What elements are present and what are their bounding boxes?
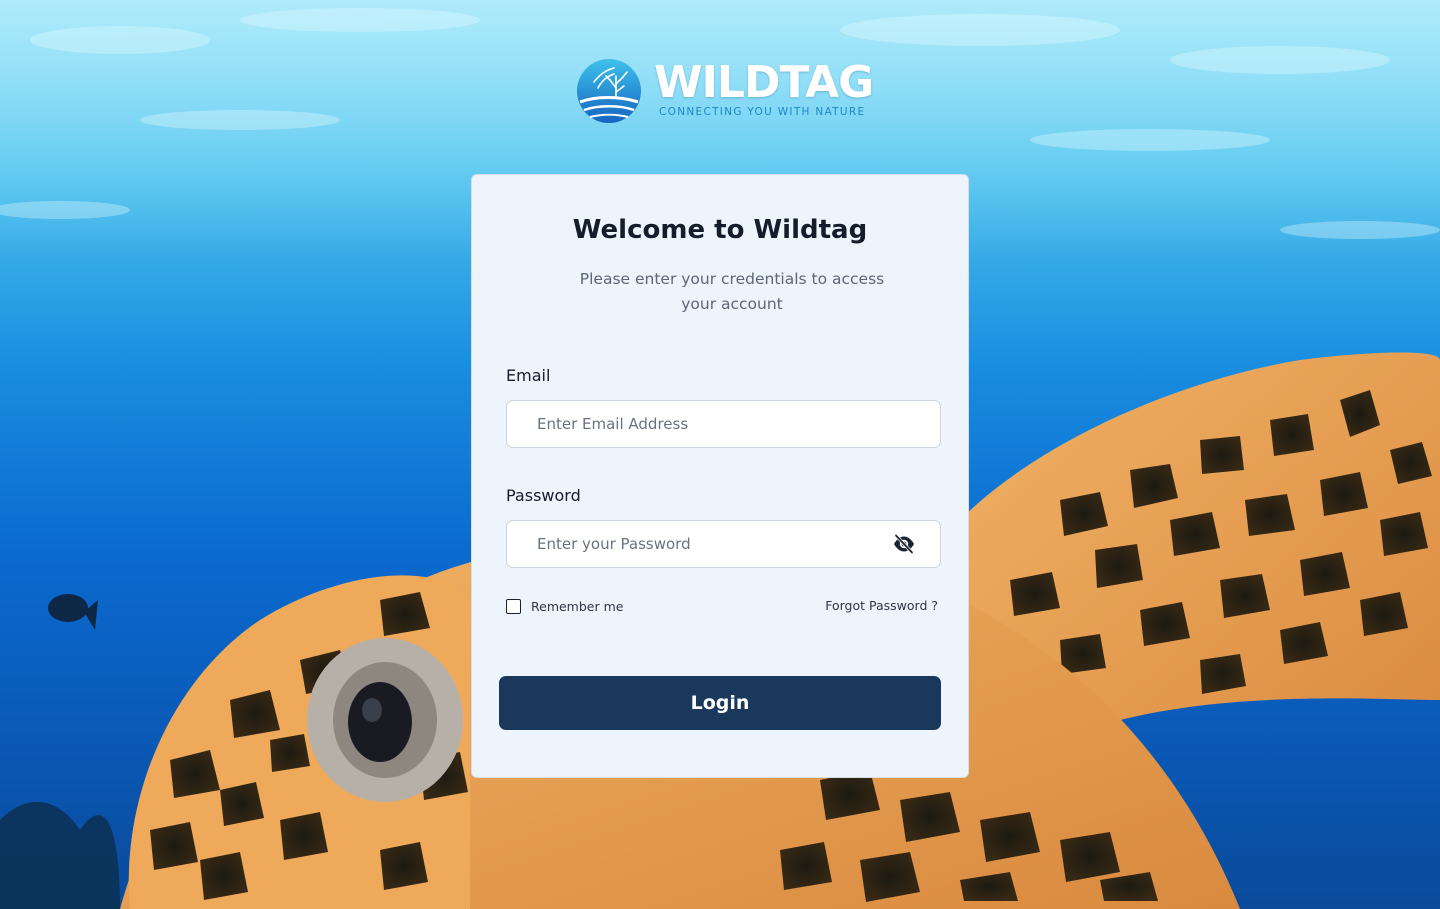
login-button[interactable]: Login bbox=[499, 676, 941, 730]
remember-me-label: Remember me bbox=[531, 598, 624, 614]
password-field[interactable] bbox=[506, 520, 941, 568]
email-label: Email bbox=[506, 366, 551, 385]
coral-wave-globe-icon bbox=[577, 59, 641, 123]
password-label: Password bbox=[506, 486, 581, 505]
brand-wordmark: WILDTAG bbox=[654, 57, 874, 108]
page-title: Welcome to Wildtag bbox=[572, 215, 868, 245]
brand-logo: WILDTAG CONNECTING YOU WITH NATURE bbox=[576, 58, 876, 126]
email-field[interactable] bbox=[506, 400, 941, 448]
remember-me[interactable]: Remember me bbox=[506, 597, 623, 615]
forgot-password-link[interactable]: Forgot Password ? bbox=[825, 598, 938, 613]
page-subtitle: Please enter your credentials to access … bbox=[579, 270, 885, 313]
brand-tagline: CONNECTING YOU WITH NATURE bbox=[659, 106, 866, 118]
remember-me-checkbox[interactable] bbox=[506, 598, 521, 614]
login-card: Welcome to Wildtag Please enter your cre… bbox=[471, 174, 969, 778]
eye-off-icon[interactable] bbox=[892, 532, 916, 556]
